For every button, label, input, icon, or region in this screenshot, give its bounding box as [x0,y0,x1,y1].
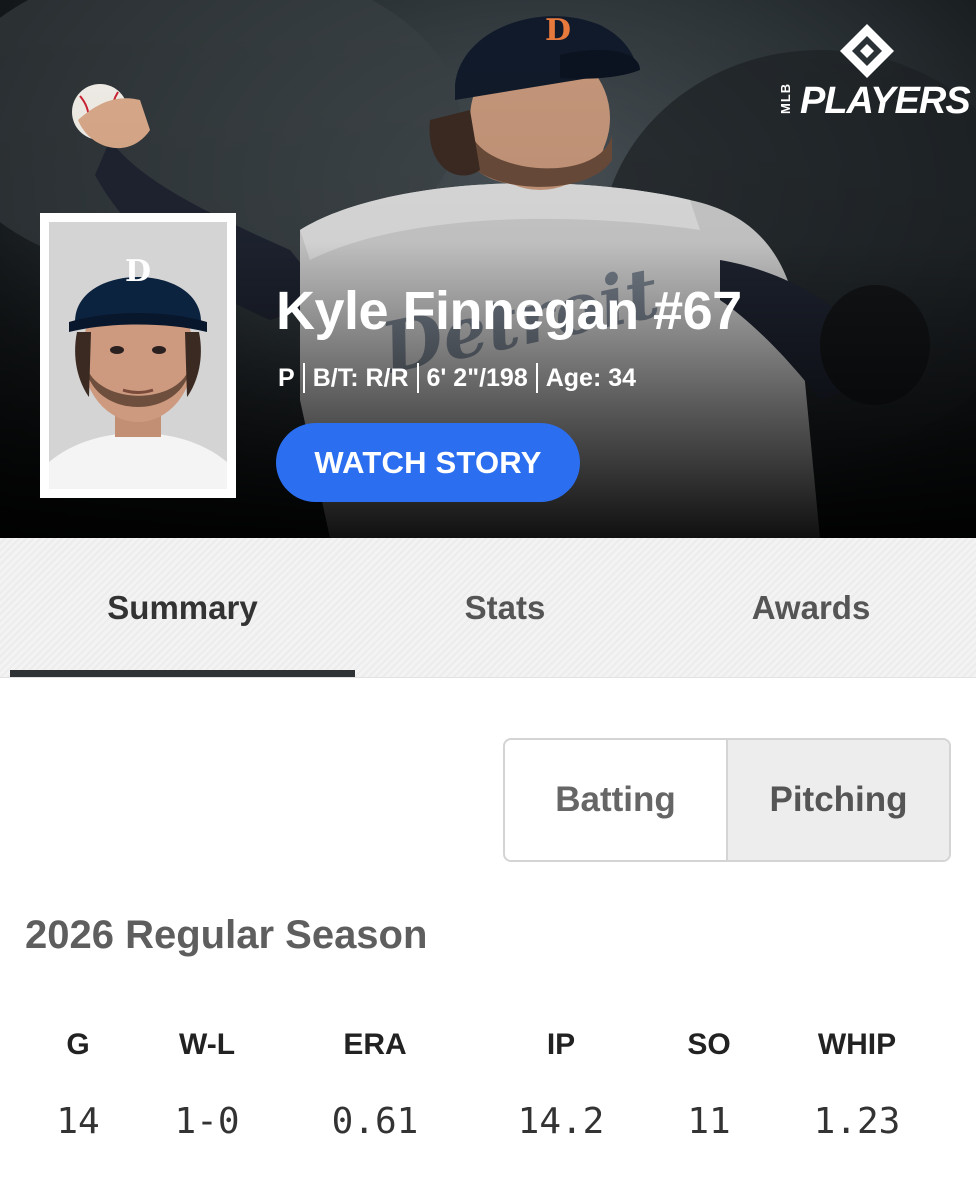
season-stats-table: G 14 W-L 1-0 ERA 0.61 IP 14.2 SO 11 WHIP… [0,1020,976,1150]
player-position: P [278,363,295,392]
watch-story-button[interactable]: WATCH STORY [276,423,580,502]
stat-value: 11 [687,1101,731,1142]
player-age: Age: 34 [545,363,637,392]
stat-column-wl: W-L 1-0 [137,1020,277,1147]
player-bats-throws: B/T: R/R [312,363,409,392]
toggle-batting[interactable]: Batting [505,740,726,860]
player-headshot: D [49,222,227,489]
active-tab-indicator [10,670,355,677]
tab-summary[interactable]: Summary [10,538,355,678]
stat-header: IP [546,1028,576,1061]
profile-tabs: Summary Stats Awards [0,538,976,678]
tab-awards[interactable]: Awards [655,538,967,678]
stat-column-whip: WHIP 1.23 [787,1020,927,1147]
mlbpa-diamond-icon [840,24,894,78]
stat-value: 1-0 [174,1101,240,1142]
stat-column-g: G 14 [8,1020,148,1147]
cap-logo-letter: D [124,254,151,289]
stat-value: 0.61 [331,1101,419,1142]
player-bio-line: P B/T: R/R 6' 2"/198 Age: 34 [278,363,636,393]
logo-players-text: PLAYERS [800,80,971,122]
stat-header: SO [687,1028,731,1061]
divider [535,363,538,393]
player-headshot-frame: D [40,213,236,498]
batting-pitching-toggle: Batting Pitching [503,738,951,862]
stat-header: WHIP [817,1028,897,1061]
stat-column-era: ERA 0.61 [305,1020,445,1147]
stat-value: 1.23 [813,1101,901,1142]
stat-value: 14.2 [517,1101,605,1142]
tab-stats[interactable]: Stats [355,538,655,678]
stat-header: ERA [343,1028,407,1061]
divider [416,363,419,393]
stat-header: W-L [178,1028,236,1061]
stat-column-so: SO 11 [639,1020,779,1147]
mlb-players-logo: MLB PLAYERS [778,22,971,122]
player-height-weight: 6' 2"/198 [426,363,528,392]
player-name: Kyle Finnegan #67 [276,281,742,341]
toggle-pitching[interactable]: Pitching [726,740,949,860]
stat-header: G [66,1028,90,1061]
divider [302,363,305,393]
season-title: 2026 Regular Season [25,913,428,957]
player-hero: Detroit D MLB PLAYERS [0,0,976,538]
stat-column-ip: IP 14.2 [491,1020,631,1147]
stat-value: 14 [56,1101,100,1142]
